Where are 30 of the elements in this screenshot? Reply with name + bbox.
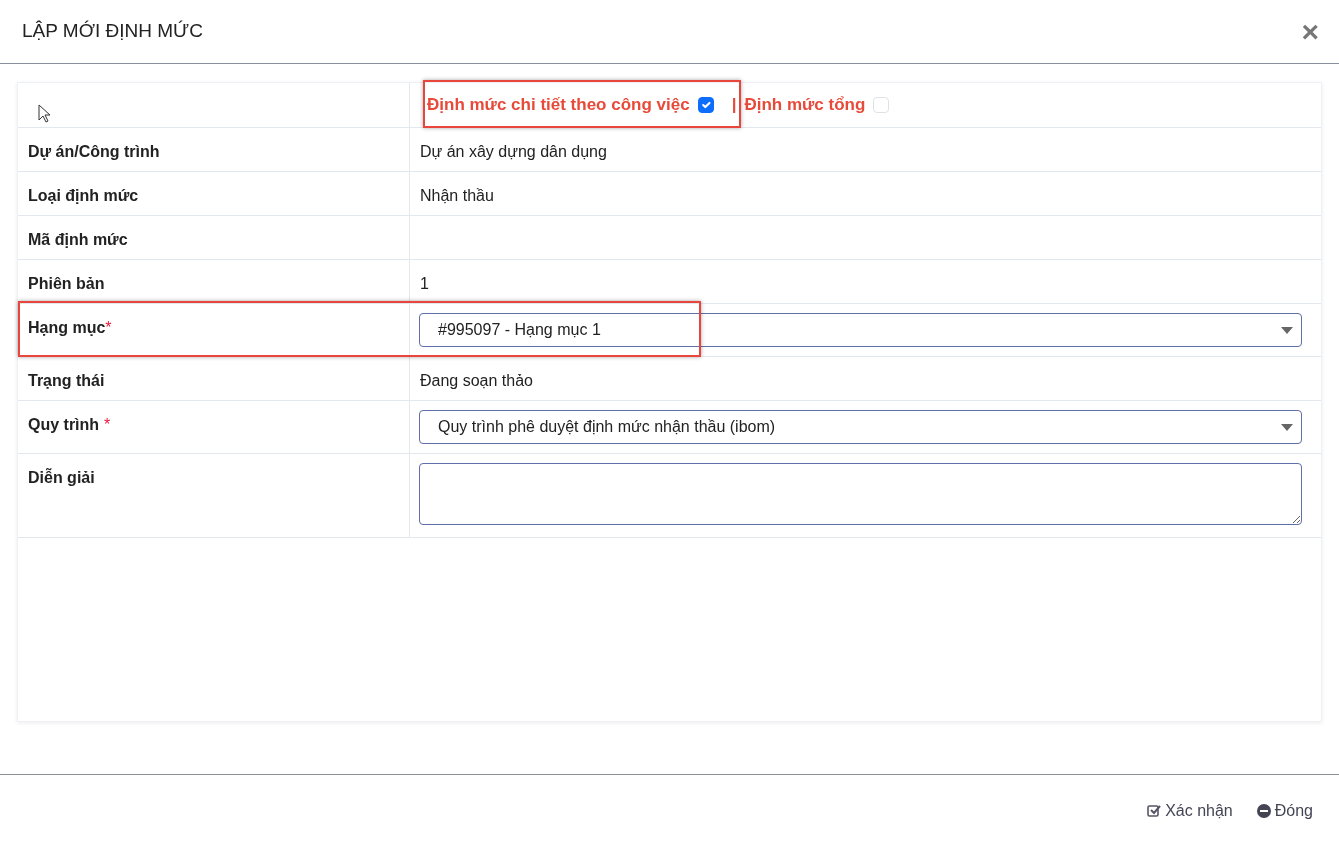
dialog-title: LẬP MỚI ĐỊNH MỨC xyxy=(22,19,204,44)
close-button[interactable]: Đóng xyxy=(1256,798,1313,823)
field-value: 1 xyxy=(420,275,429,292)
field-label: Trạng thái xyxy=(28,372,105,389)
field-label: Loại định mức xyxy=(28,187,139,204)
minus-circle-icon xyxy=(1256,803,1271,818)
caret-icon xyxy=(1281,326,1293,334)
field-label: Mã định mức xyxy=(28,231,128,248)
close-button[interactable]: × xyxy=(1299,16,1321,47)
field-value: Nhận thầu xyxy=(420,187,494,204)
checkbox-icon xyxy=(1147,803,1162,818)
caret-icon xyxy=(1281,423,1293,431)
mode-label: Định mức tổng xyxy=(744,94,866,117)
field-label: Hạng mục xyxy=(28,319,106,336)
separator: | xyxy=(731,94,737,117)
field-label: Quy trình xyxy=(28,416,100,433)
required-mark: * xyxy=(103,416,111,433)
field-label: Diễn giải xyxy=(28,469,95,486)
field-label: Dự án/Công trình xyxy=(28,143,160,160)
confirm-button[interactable]: Xác nhận xyxy=(1147,798,1233,823)
cursor-icon xyxy=(38,104,51,124)
text-area[interactable] xyxy=(419,463,1302,525)
field-value: Dự án xây dựng dân dụng xyxy=(420,143,607,160)
mode-checkbox[interactable] xyxy=(697,97,714,113)
select-field[interactable]: #995097 - Hạng mục 1 xyxy=(419,313,1302,347)
field-value: Đang soạn thảo xyxy=(420,372,533,389)
select-field[interactable]: Quy trình phê duyệt định mức nhận thầu (ibom) xyxy=(419,410,1302,444)
field-label: Phiên bản xyxy=(28,275,105,292)
mode-label: Định mức chi tiết theo công việc xyxy=(427,94,690,117)
required-mark: * xyxy=(105,319,112,336)
